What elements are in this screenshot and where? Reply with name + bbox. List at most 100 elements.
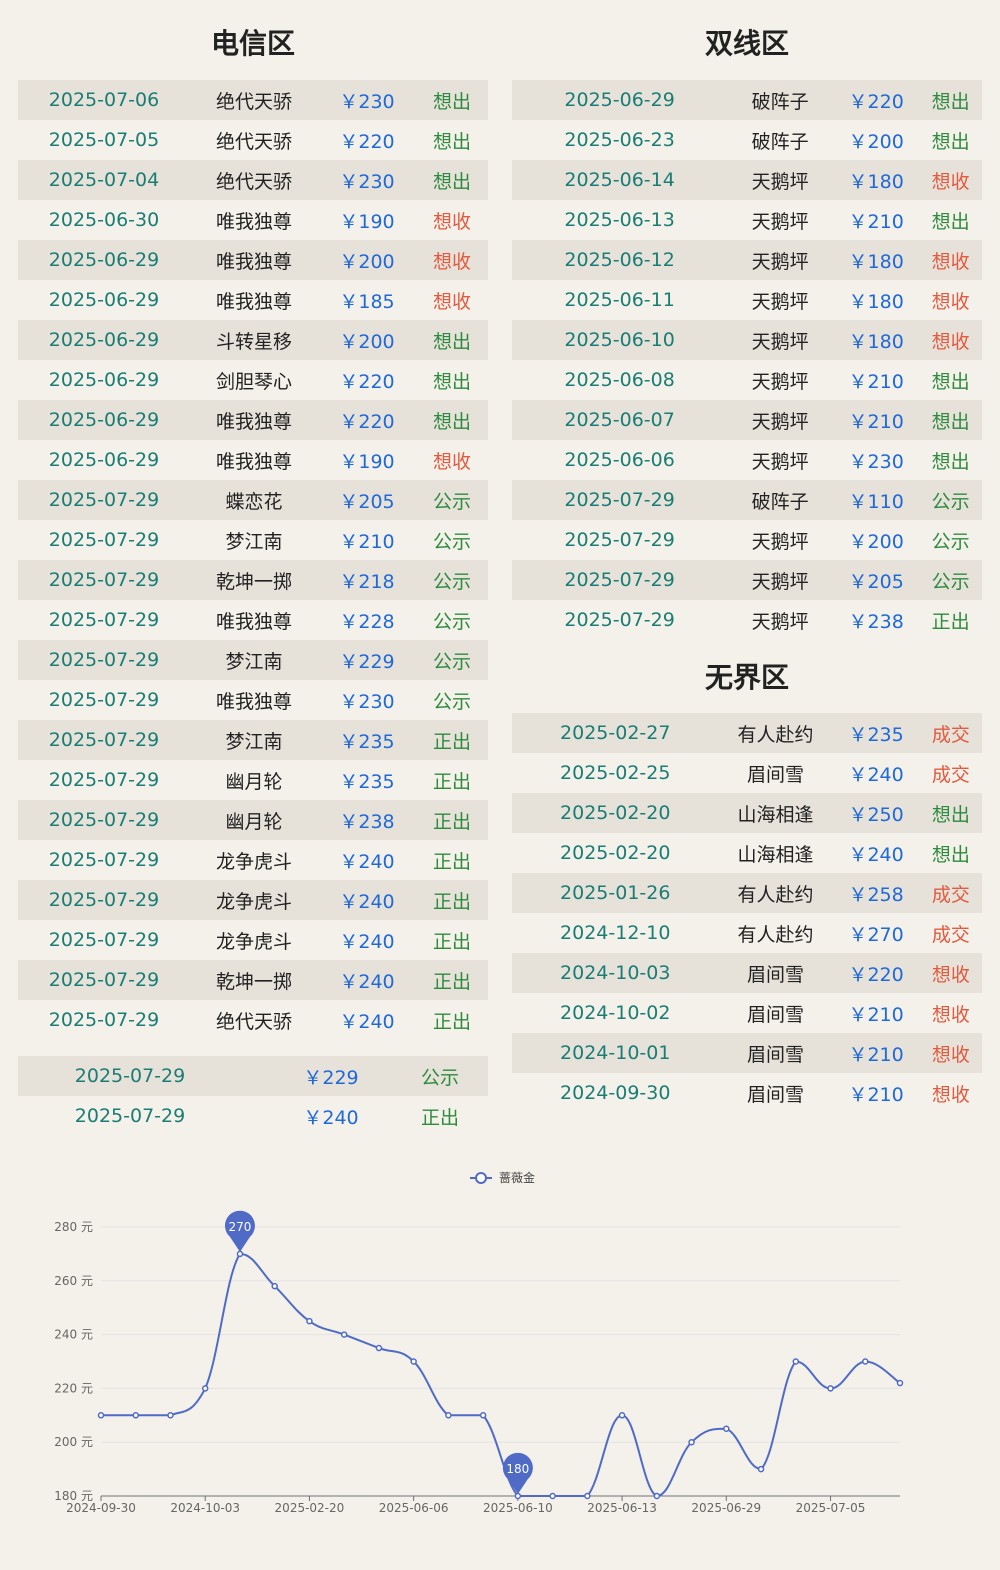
table-row: 2025-06-30 唯我独尊 ￥190 想收	[18, 200, 488, 240]
table-row: 2025-07-29 蝶恋花 ￥205 公示	[18, 480, 488, 520]
cell-price: ￥230	[848, 450, 904, 473]
cell-status: 想出	[432, 90, 471, 113]
cell-status: 正出	[432, 1010, 471, 1033]
cell-name: 幽月轮	[225, 770, 283, 793]
cell-price: ￥235	[848, 723, 904, 746]
cell-name: 天鹅坪	[751, 570, 809, 593]
cell-name: 眉间雪	[746, 1003, 804, 1026]
cell-date: 2025-07-29	[48, 489, 160, 511]
cell-date: 2025-06-07	[564, 409, 675, 431]
cell-price: ￥205	[848, 570, 904, 593]
data-point	[757, 1465, 765, 1473]
cell-price: ￥230	[339, 170, 395, 193]
cell-status: 想收	[432, 290, 471, 313]
cell-name: 眉间雪	[746, 763, 804, 786]
table-row: 2024-10-03 眉间雪 ￥220 想收	[512, 953, 982, 993]
cell-status: 想出	[432, 330, 471, 353]
table-row: 2025-07-29 天鹅坪 ￥200 公示	[512, 520, 982, 560]
table-row: 2024-10-02 眉间雪 ￥210 想收	[512, 993, 982, 1033]
cell-name: 天鹅坪	[751, 450, 809, 473]
cell-price: ￥220	[339, 410, 395, 433]
cell-status: 想收	[931, 170, 970, 193]
cell-status: 想出	[931, 843, 970, 866]
cell-status: 公示	[931, 570, 970, 593]
table-row: 2025-06-12 天鹅坪 ￥180 想收	[512, 240, 982, 280]
table-row: 2025-07-29 唯我独尊 ￥230 公示	[18, 680, 488, 720]
cell-date: 2025-07-29	[74, 1105, 186, 1127]
cell-date: 2024-09-30	[560, 1082, 671, 1104]
cell-status: 正出	[420, 1106, 459, 1129]
cell-status: 成交	[931, 723, 970, 746]
table-row: 2025-07-29 梦江南 ￥229 公示	[18, 640, 488, 680]
cell-date: 2025-07-05	[48, 129, 160, 151]
table-row: 2025-01-26 有人赴约 ￥258 成交	[512, 873, 982, 913]
data-point	[896, 1379, 904, 1387]
cell-price: ￥240	[339, 850, 395, 873]
cell-date: 2025-07-29	[48, 1009, 160, 1031]
cell-name: 山海相逢	[737, 843, 814, 866]
cell-price: ￥210	[848, 410, 904, 433]
cell-name: 绝代天骄	[215, 170, 292, 193]
cell-status: 公示	[432, 490, 471, 513]
table-row: 2025-07-29 乾坤一掷 ￥240 正出	[18, 960, 488, 1000]
cell-date: 2025-06-06	[564, 449, 675, 471]
cell-date: 2025-06-30	[48, 209, 160, 231]
cell-price: ￥229	[303, 1066, 359, 1089]
data-point	[479, 1412, 487, 1419]
cell-price: ￥230	[339, 90, 395, 113]
table-row: 2025-06-29 唯我独尊 ￥190 想收	[18, 440, 488, 480]
table-row: 2025-07-29 天鹅坪 ￥238 正出	[512, 600, 982, 640]
cell-date: 2024-10-02	[560, 1002, 671, 1024]
cell-name: 唯我独尊	[215, 290, 292, 313]
cell-status: 想收	[931, 250, 970, 273]
legend-symbol	[475, 1172, 487, 1184]
cell-name: 天鹅坪	[751, 370, 809, 393]
cell-date: 2025-07-29	[48, 969, 160, 991]
cell-name: 乾坤一掷	[215, 970, 292, 993]
cell-price: ￥235	[339, 770, 395, 793]
cell-price: ￥200	[339, 250, 395, 273]
cell-name: 斗转星移	[215, 330, 292, 353]
cell-name: 天鹅坪	[751, 210, 809, 233]
cell-date: 2024-12-10	[560, 922, 671, 944]
cell-status: 想出	[432, 130, 471, 153]
table-row: 2025-07-29 天鹅坪 ￥205 公示	[512, 560, 982, 600]
cell-status: 想出	[931, 450, 970, 473]
dual-panel: 双线区 2025-06-29 破阵子 ￥220 想出 2025-06-23 破阵子 ￥200…	[512, 22, 982, 640]
cell-status: 正出	[432, 850, 471, 873]
dual-title: 双线区	[704, 27, 789, 60]
cell-date: 2024-10-03	[560, 962, 671, 984]
cell-name: 剑胆琴心	[215, 370, 292, 393]
cell-price: ￥218	[339, 570, 395, 593]
dual-table: 2025-06-29 破阵子 ￥220 想出 2025-06-23 破阵子 ￥200 想出 20…	[512, 80, 982, 640]
cell-name: 龙争虎斗	[215, 850, 292, 873]
cell-name: 绝代天骄	[215, 90, 292, 113]
cell-status: 公示	[432, 690, 471, 713]
x-tick-label: 2025-06-29	[691, 1501, 761, 1515]
table-row: 2025-06-13 天鹅坪 ￥210 想出	[512, 200, 982, 240]
cell-price: ￥205	[339, 490, 395, 513]
cell-name: 眉间雪	[746, 963, 804, 986]
cell-name: 有人赴约	[737, 923, 814, 946]
cell-price: ￥240	[339, 1010, 395, 1033]
cell-price: ￥180	[848, 330, 904, 353]
cell-date: 2025-01-26	[560, 882, 671, 904]
y-tick-label: 220 元	[54, 1381, 93, 1395]
cell-name: 眉间雪	[746, 1083, 804, 1106]
table-row: 2025-07-29 龙争虎斗 ￥240 正出	[18, 920, 488, 960]
cell-status: 想出	[931, 803, 970, 826]
y-tick-label: 260 元	[54, 1274, 93, 1288]
cell-status: 公示	[420, 1066, 459, 1089]
table-row: 2025-06-29 唯我独尊 ￥220 想出	[18, 400, 488, 440]
table-row: 2025-02-20 山海相逢 ￥250 想出	[512, 793, 982, 833]
cell-name: 山海相逢	[737, 803, 814, 826]
cell-name: 龙争虎斗	[215, 890, 292, 913]
cell-name: 幽月轮	[225, 810, 283, 833]
cell-name: 破阵子	[751, 490, 809, 513]
cell-price: ￥210	[339, 530, 395, 553]
cell-status: 想出	[432, 370, 471, 393]
boundless-panel: 无界区 2025-02-27 有人赴约 ￥235 成交 2025-02-25 眉间雪 ￥24…	[512, 656, 982, 1113]
cell-price: ￥200	[848, 530, 904, 553]
cell-status: 想收	[432, 250, 471, 273]
table-row: 2024-09-30 眉间雪 ￥210 想收	[512, 1073, 982, 1113]
